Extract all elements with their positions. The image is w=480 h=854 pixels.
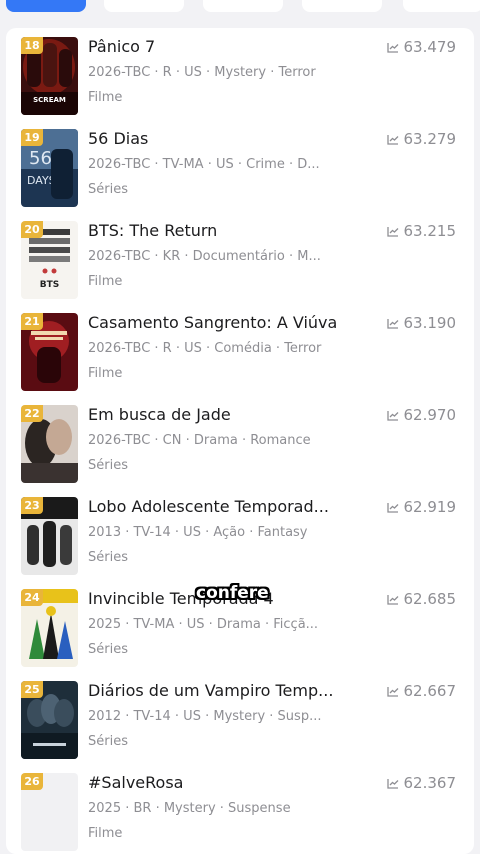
item-meta: 2026-TBC · KR · Documentário · M... [88, 249, 321, 264]
list-item[interactable]: 25 Diários de um Vampiro Temp... 62.667 … [6, 672, 474, 764]
list-item[interactable]: 26 #SalveRosa 62.367 2025 · BR · Mystery… [6, 764, 474, 854]
item-title[interactable]: Lobo Adolescente Temporad... [88, 497, 358, 516]
trending-icon [386, 499, 399, 517]
score-value: 62.970 [403, 406, 457, 424]
item-title[interactable]: Pânico 7 [88, 37, 358, 56]
list-item[interactable]: SCREAM 18 Pânico 7 63.479 2026-TBC · R ·… [6, 28, 474, 120]
rank-badge: 23 [21, 497, 43, 514]
poster-scream: SCREAM 18 [21, 37, 78, 115]
tab-4[interactable] [302, 0, 382, 12]
trending-icon [386, 775, 399, 793]
score-value: 62.919 [403, 498, 457, 516]
score: 62.685 [386, 590, 457, 609]
rank-badge: 21 [21, 313, 43, 330]
score-value: 63.215 [403, 222, 457, 240]
item-title[interactable]: #SalveRosa [88, 773, 358, 792]
score: 62.667 [386, 682, 457, 701]
item-type: Séries [88, 458, 128, 473]
svg-text:56: 56 [29, 148, 52, 169]
score: 62.367 [386, 774, 457, 793]
item-meta: 2025 · BR · Mystery · Suspense [88, 801, 291, 816]
score-value: 63.279 [403, 130, 457, 148]
item-meta: 2013 · TV-14 · US · Ação · Fantasy [88, 525, 308, 540]
rank-badge: 20 [21, 221, 43, 238]
tab-2[interactable] [104, 0, 184, 12]
tab-active[interactable] [6, 0, 86, 12]
trending-icon [386, 39, 399, 57]
score: 63.279 [386, 130, 457, 149]
trending-icon [386, 131, 399, 149]
item-meta: 2025 · TV-MA · US · Drama · Ficçã... [88, 617, 319, 632]
rank-badge: 19 [21, 129, 43, 146]
trending-icon [386, 591, 399, 609]
trending-icon [386, 407, 399, 425]
top-tab-strip [0, 0, 480, 16]
score-value: 62.685 [403, 590, 457, 608]
item-title[interactable]: Diários de um Vampiro Temp... [88, 681, 358, 700]
item-title[interactable]: 56 Dias [88, 129, 358, 148]
score-value: 62.367 [403, 774, 457, 792]
score: 63.479 [386, 38, 457, 57]
list-item[interactable]: BTS 20 BTS: The Return 63.215 2026-TBC ·… [6, 212, 474, 304]
item-meta: 2026-TBC · R · US · Comédia · Terror [88, 341, 322, 356]
item-type: Séries [88, 642, 128, 657]
score: 63.215 [386, 222, 457, 241]
item-type: Filme [88, 274, 123, 289]
score: 63.190 [386, 314, 457, 333]
item-title[interactable]: Casamento Sangrento: A Viúva [88, 313, 358, 332]
video-caption: confere [196, 583, 269, 603]
rank-badge: 25 [21, 681, 43, 698]
item-type: Filme [88, 826, 123, 841]
poster-title-text: BTS [40, 280, 59, 290]
score-value: 63.479 [403, 38, 457, 56]
item-title[interactable]: Em busca de Jade [88, 405, 358, 424]
item-title[interactable]: BTS: The Return [88, 221, 358, 240]
poster-jade: 22 [21, 405, 78, 483]
item-type: Filme [88, 366, 123, 381]
trending-icon [386, 223, 399, 241]
poster-title-text: SCREAM [33, 96, 66, 104]
score: 62.970 [386, 406, 457, 425]
item-type: Séries [88, 182, 128, 197]
tab-5[interactable] [403, 0, 480, 12]
rank-badge: 18 [21, 37, 43, 54]
item-type: Séries [88, 734, 128, 749]
rank-badge: 24 [21, 589, 43, 606]
list-item[interactable]: 56 DAYS 19 56 Dias 63.279 2026-TBC · TV-… [6, 120, 474, 212]
item-type: Séries [88, 550, 128, 565]
item-meta: 2026-TBC · R · US · Mystery · Terror [88, 65, 316, 80]
item-meta: 2026-TBC · TV-MA · US · Crime · D... [88, 157, 320, 172]
poster-bts: BTS 20 [21, 221, 78, 299]
poster-blank: 26 [21, 773, 78, 851]
rank-badge: 22 [21, 405, 43, 422]
rank-badge: 26 [21, 773, 43, 790]
poster-invincible: 24 [21, 589, 78, 667]
score-value: 62.667 [403, 682, 457, 700]
ranking-list: SCREAM 18 Pânico 7 63.479 2026-TBC · R ·… [6, 28, 474, 854]
item-meta: 2012 · TV-14 · US · Mystery · Susp... [88, 709, 322, 724]
poster-56-days: 56 DAYS 19 [21, 129, 78, 207]
item-type: Filme [88, 90, 123, 105]
score-value: 63.190 [403, 314, 457, 332]
item-meta: 2026-TBC · CN · Drama · Romance [88, 433, 311, 448]
tab-3[interactable] [203, 0, 283, 12]
trending-icon [386, 315, 399, 333]
trending-icon [386, 683, 399, 701]
list-item[interactable]: 22 Em busca de Jade 62.970 2026-TBC · CN… [6, 396, 474, 488]
score: 62.919 [386, 498, 457, 517]
list-item[interactable]: 23 Lobo Adolescente Temporad... 62.919 2… [6, 488, 474, 580]
poster-ready-or-not: 21 [21, 313, 78, 391]
list-item[interactable]: 21 Casamento Sangrento: A Viúva 63.190 2… [6, 304, 474, 396]
poster-vampire-diaries: 25 [21, 681, 78, 759]
poster-teen-wolf: 23 [21, 497, 78, 575]
